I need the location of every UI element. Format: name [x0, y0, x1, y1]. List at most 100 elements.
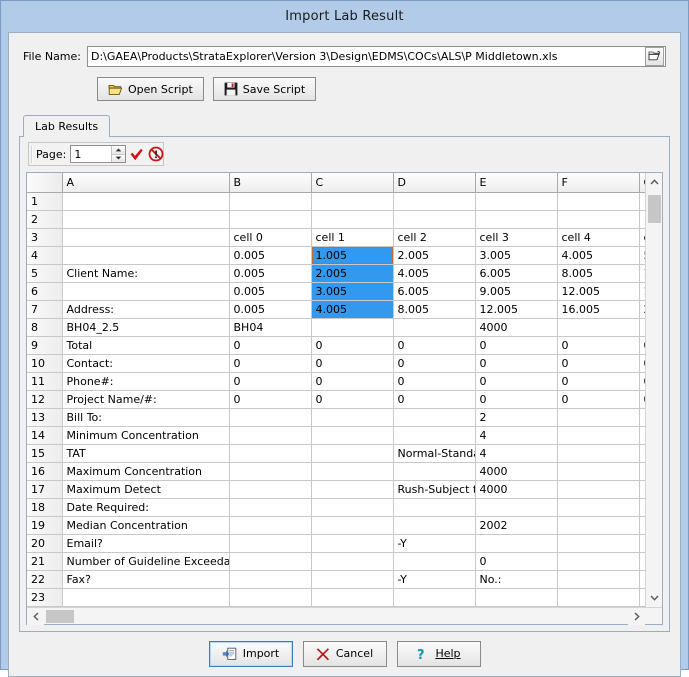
row-header[interactable]: 18 [27, 498, 63, 517]
help-button[interactable]: ? Help [396, 640, 481, 667]
horizontal-scroll-track[interactable] [44, 608, 628, 624]
cell-F11[interactable]: 0 [557, 372, 640, 391]
cell-F12[interactable]: 0 [557, 390, 640, 409]
cell-D1[interactable] [393, 192, 476, 211]
cell-B6[interactable]: 0.005 [229, 282, 312, 301]
cell-E7[interactable]: 12.005 [475, 300, 558, 319]
cell-D14[interactable] [393, 426, 476, 445]
page-spin-buttons[interactable] [111, 146, 126, 162]
cell-F21[interactable] [557, 552, 640, 571]
row-header[interactable]: 7 [27, 300, 63, 319]
cell-C20[interactable] [311, 534, 394, 553]
cell-E3[interactable]: cell 3 [475, 228, 558, 247]
cell-A5[interactable]: Client Name: [62, 264, 230, 283]
cell-G20[interactable] [639, 534, 645, 553]
cell-A23[interactable] [62, 588, 230, 607]
cell-E13[interactable]: 2 [475, 408, 558, 427]
cell-G12[interactable]: 0 [639, 390, 645, 409]
cell-A22[interactable]: Fax? [62, 570, 230, 589]
cell-F23[interactable] [557, 588, 640, 607]
cell-A4[interactable] [62, 246, 230, 265]
cell-F3[interactable]: cell 4 [557, 228, 640, 247]
cell-E1[interactable] [475, 192, 558, 211]
cell-B8[interactable]: BH04 [229, 318, 312, 337]
cell-C8[interactable] [311, 318, 394, 337]
spreadsheet-scroll-area[interactable]: ABCDEFG 123cell 0cell 1cell 2cell 3cell … [27, 173, 645, 607]
cell-A21[interactable]: Number of Guideline Exceedances [62, 552, 230, 571]
cell-D13[interactable] [393, 408, 476, 427]
cell-F6[interactable]: 12.005 [557, 282, 640, 301]
vertical-scroll-track[interactable] [646, 190, 662, 590]
cell-E21[interactable]: 0 [475, 552, 558, 571]
cell-E20[interactable] [475, 534, 558, 553]
cell-E10[interactable]: 0 [475, 354, 558, 373]
cell-B14[interactable] [229, 426, 312, 445]
cell-B2[interactable] [229, 210, 312, 229]
cell-B12[interactable]: 0 [229, 390, 312, 409]
cell-G21[interactable] [639, 552, 645, 571]
cell-B10[interactable]: 0 [229, 354, 312, 373]
column-header-f[interactable]: F [557, 173, 640, 193]
cell-A10[interactable]: Contact: [62, 354, 230, 373]
row-header[interactable]: 3 [27, 228, 63, 247]
cell-D12[interactable]: 0 [393, 390, 476, 409]
cell-D10[interactable]: 0 [393, 354, 476, 373]
cell-D5[interactable]: 4.005 [393, 264, 476, 283]
cell-G19[interactable] [639, 516, 645, 535]
cell-E18[interactable] [475, 498, 558, 517]
cell-E6[interactable]: 9.005 [475, 282, 558, 301]
cell-F4[interactable]: 4.005 [557, 246, 640, 265]
row-header[interactable]: 20 [27, 534, 63, 553]
cell-D6[interactable]: 6.005 [393, 282, 476, 301]
cell-A12[interactable]: Project Name/#: [62, 390, 230, 409]
cell-C14[interactable] [311, 426, 394, 445]
cell-G18[interactable] [639, 498, 645, 517]
page-spin-down-button[interactable] [112, 154, 126, 162]
vertical-scrollbar[interactable] [645, 173, 662, 607]
cell-C2[interactable] [311, 210, 394, 229]
cell-B15[interactable] [229, 444, 312, 463]
cell-F2[interactable] [557, 210, 640, 229]
cell-G15[interactable] [639, 444, 645, 463]
cell-F15[interactable] [557, 444, 640, 463]
cell-G2[interactable] [639, 210, 645, 229]
cell-B3[interactable]: cell 0 [229, 228, 312, 247]
cell-G10[interactable]: 0 [639, 354, 645, 373]
cell-D3[interactable]: cell 2 [393, 228, 476, 247]
cell-B20[interactable] [229, 534, 312, 553]
cell-A17[interactable]: Maximum Detect [62, 480, 230, 499]
cell-B19[interactable] [229, 516, 312, 535]
cell-C3[interactable]: cell 1 [311, 228, 394, 247]
scroll-right-button[interactable] [628, 607, 645, 625]
cell-A3[interactable] [62, 228, 230, 247]
cell-D4[interactable]: 2.005 [393, 246, 476, 265]
row-header[interactable]: 16 [27, 462, 63, 481]
cell-E14[interactable]: 4 [475, 426, 558, 445]
cell-C23[interactable] [311, 588, 394, 607]
accept-page-button[interactable] [129, 144, 145, 164]
cell-B23[interactable] [229, 588, 312, 607]
cell-G7[interactable]: 20.00 [639, 300, 645, 319]
cell-A18[interactable]: Date Required: [62, 498, 230, 517]
column-header-d[interactable]: D [393, 173, 476, 193]
cell-E23[interactable] [475, 588, 558, 607]
cell-G13[interactable] [639, 408, 645, 427]
cell-F16[interactable] [557, 462, 640, 481]
cell-B22[interactable] [229, 570, 312, 589]
column-header-g[interactable]: G [639, 173, 645, 193]
cell-A19[interactable]: Median Concentration [62, 516, 230, 535]
cell-C10[interactable]: 0 [311, 354, 394, 373]
cell-A16[interactable]: Maximum Concentration [62, 462, 230, 481]
page-spin-up-button[interactable] [112, 146, 126, 155]
cell-B11[interactable]: 0 [229, 372, 312, 391]
save-script-button[interactable]: Save Script [212, 77, 317, 101]
horizontal-scroll-thumb[interactable] [46, 609, 74, 623]
cell-B17[interactable] [229, 480, 312, 499]
cell-G5[interactable]: 10.00 [639, 264, 645, 283]
cell-G3[interactable]: cell 5 [639, 228, 645, 247]
reject-page-button[interactable] [148, 144, 164, 164]
row-header[interactable]: 14 [27, 426, 63, 445]
cell-F22[interactable] [557, 570, 640, 589]
cell-E9[interactable]: 0 [475, 336, 558, 355]
cell-G11[interactable]: 0 [639, 372, 645, 391]
